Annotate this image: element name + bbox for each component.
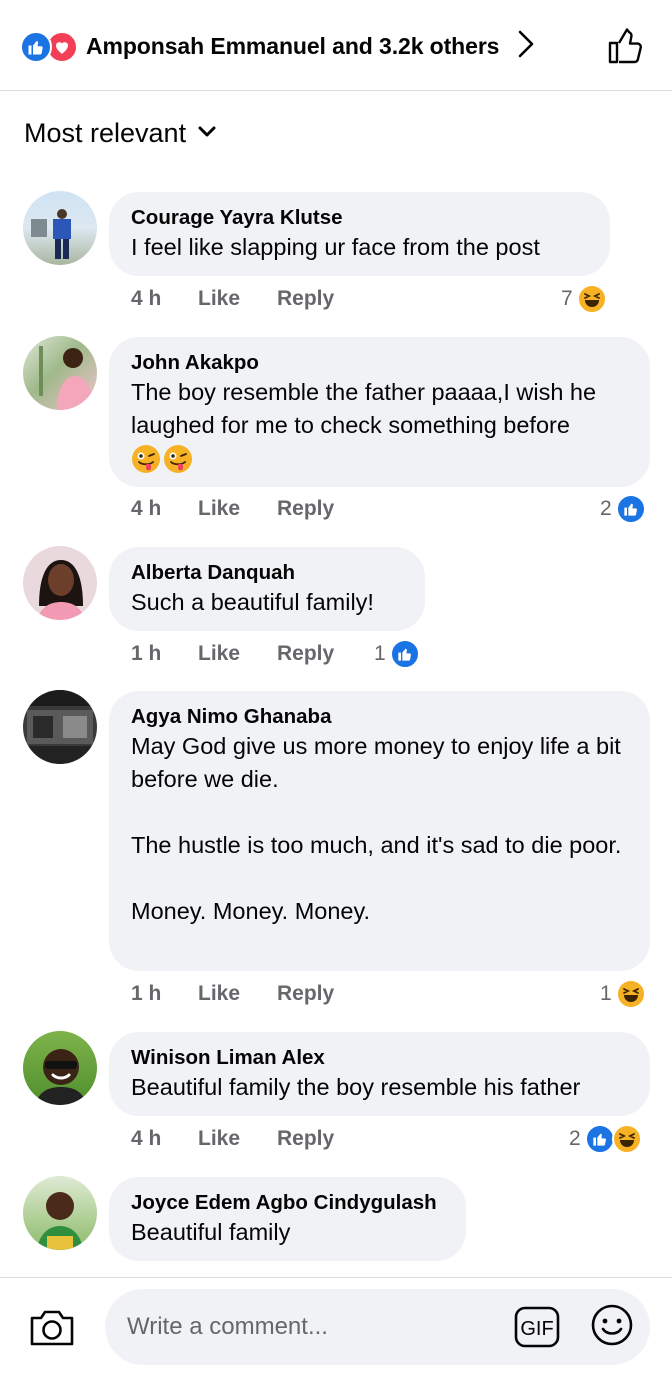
camera-icon[interactable]	[28, 1306, 76, 1353]
reply-button[interactable]: Reply	[277, 982, 334, 1006]
reaction-count[interactable]: 2	[600, 494, 646, 524]
sort-label: Most relevant	[24, 118, 187, 148]
reply-button[interactable]: Reply	[277, 497, 334, 521]
like-icon	[389, 639, 420, 669]
comment-actions: 4 h Like Reply	[131, 497, 334, 521]
comment-bubble: John Akakpo The boy resemble the father …	[109, 337, 650, 487]
chevron-right-icon	[517, 29, 535, 64]
comment-text: Such a beautiful family!	[131, 589, 374, 615]
comment-text: The boy resemble the father paaaa,I wish…	[131, 379, 603, 438]
comment-bubble: Courage Yayra Klutse I feel like slappin…	[109, 192, 610, 276]
reaction-count[interactable]: 1	[600, 979, 646, 1009]
reply-button[interactable]: Reply	[277, 1127, 334, 1151]
like-icon	[615, 494, 646, 524]
comment-bubble: Joyce Edem Agbo Cindygulash Beautiful fa…	[109, 1177, 466, 1261]
like-button[interactable]: Like	[198, 982, 277, 1006]
comment-input[interactable]	[127, 1289, 507, 1365]
comment-text: Beautiful family the boy resemble his fa…	[131, 1074, 581, 1100]
comment-bubble: Alberta Danquah Such a beautiful family!	[109, 547, 425, 631]
comment-text: Beautiful family	[131, 1219, 291, 1245]
like-button[interactable]: Like	[198, 497, 277, 521]
like-icon	[20, 30, 52, 63]
haha-icon	[611, 1124, 642, 1154]
avatar[interactable]	[23, 191, 97, 265]
emoji-line	[131, 444, 628, 479]
reaction-count[interactable]: 1	[374, 639, 420, 669]
avatar[interactable]	[23, 546, 97, 620]
comment-input-wrap: GIF	[105, 1289, 650, 1365]
reaction-count-number: 1	[374, 642, 386, 665]
avatar[interactable]	[23, 336, 97, 410]
comment-author[interactable]: Joyce Edem Agbo Cindygulash	[131, 1190, 444, 1216]
haha-icon	[615, 979, 646, 1009]
like-icon	[584, 1124, 615, 1154]
comment-actions: 4 h Like Reply	[131, 1127, 334, 1151]
comment-bubble: Agya Nimo Ghanaba May God give us more m…	[109, 691, 650, 971]
reactors-text: Amponsah Emmanuel and 3.2k others	[86, 33, 500, 59]
like-button[interactable]: Like	[198, 1127, 277, 1151]
comment-actions: 4 h Like Reply	[131, 287, 334, 311]
reply-button[interactable]: Reply	[277, 287, 334, 311]
avatar[interactable]	[23, 690, 97, 764]
reaction-count[interactable]: 2	[569, 1124, 642, 1154]
emoji-icon[interactable]	[590, 1303, 634, 1352]
comment-time: 4 h	[131, 1127, 162, 1150]
gif-button[interactable]: GIF	[514, 1304, 560, 1350]
avatar[interactable]	[23, 1031, 97, 1105]
like-button[interactable]: Like	[198, 287, 277, 311]
comment-time: 1 h	[131, 982, 162, 1005]
comment-author[interactable]: Agya Nimo Ghanaba	[131, 704, 628, 730]
comment-text: May God give us more money to enjoy life…	[131, 733, 622, 924]
comment-text: I feel like slapping ur face from the po…	[131, 234, 540, 260]
reactions-header: Amponsah Emmanuel and 3.2k others	[0, 0, 672, 91]
reaction-count-number: 2	[600, 497, 612, 520]
comment-author[interactable]: Alberta Danquah	[131, 560, 403, 586]
gif-label: GIF	[520, 1318, 553, 1340]
winking-tongue-icon	[163, 444, 193, 479]
comment-composer: GIF	[0, 1277, 672, 1380]
winking-tongue-icon	[131, 444, 161, 479]
comment-time: 4 h	[131, 287, 162, 310]
comment-author[interactable]: John Akakpo	[131, 350, 628, 376]
comment-time: 4 h	[131, 497, 162, 520]
comment-author[interactable]: Winison Liman Alex	[131, 1045, 628, 1071]
haha-icon	[576, 284, 607, 314]
like-button[interactable]: Like	[198, 642, 277, 666]
comment-author[interactable]: Courage Yayra Klutse	[131, 205, 588, 231]
comment-time: 1 h	[131, 642, 162, 665]
like-post-icon[interactable]	[606, 26, 646, 71]
reaction-count-number: 7	[561, 287, 573, 310]
reaction-count[interactable]: 7	[561, 284, 607, 314]
comment-bubble: Winison Liman Alex Beautiful family the …	[109, 1032, 650, 1116]
reaction-count-number: 1	[600, 982, 612, 1005]
chevron-down-icon	[198, 125, 216, 143]
reactors-summary[interactable]: Amponsah Emmanuel and 3.2k others	[20, 29, 535, 64]
reply-button[interactable]: Reply	[277, 642, 334, 666]
reaction-count-number: 2	[569, 1127, 581, 1150]
sort-dropdown[interactable]: Most relevant	[24, 118, 216, 149]
avatar[interactable]	[23, 1176, 97, 1250]
comment-actions: 1 h Like Reply	[131, 642, 334, 666]
comment-actions: 1 h Like Reply	[131, 982, 334, 1006]
